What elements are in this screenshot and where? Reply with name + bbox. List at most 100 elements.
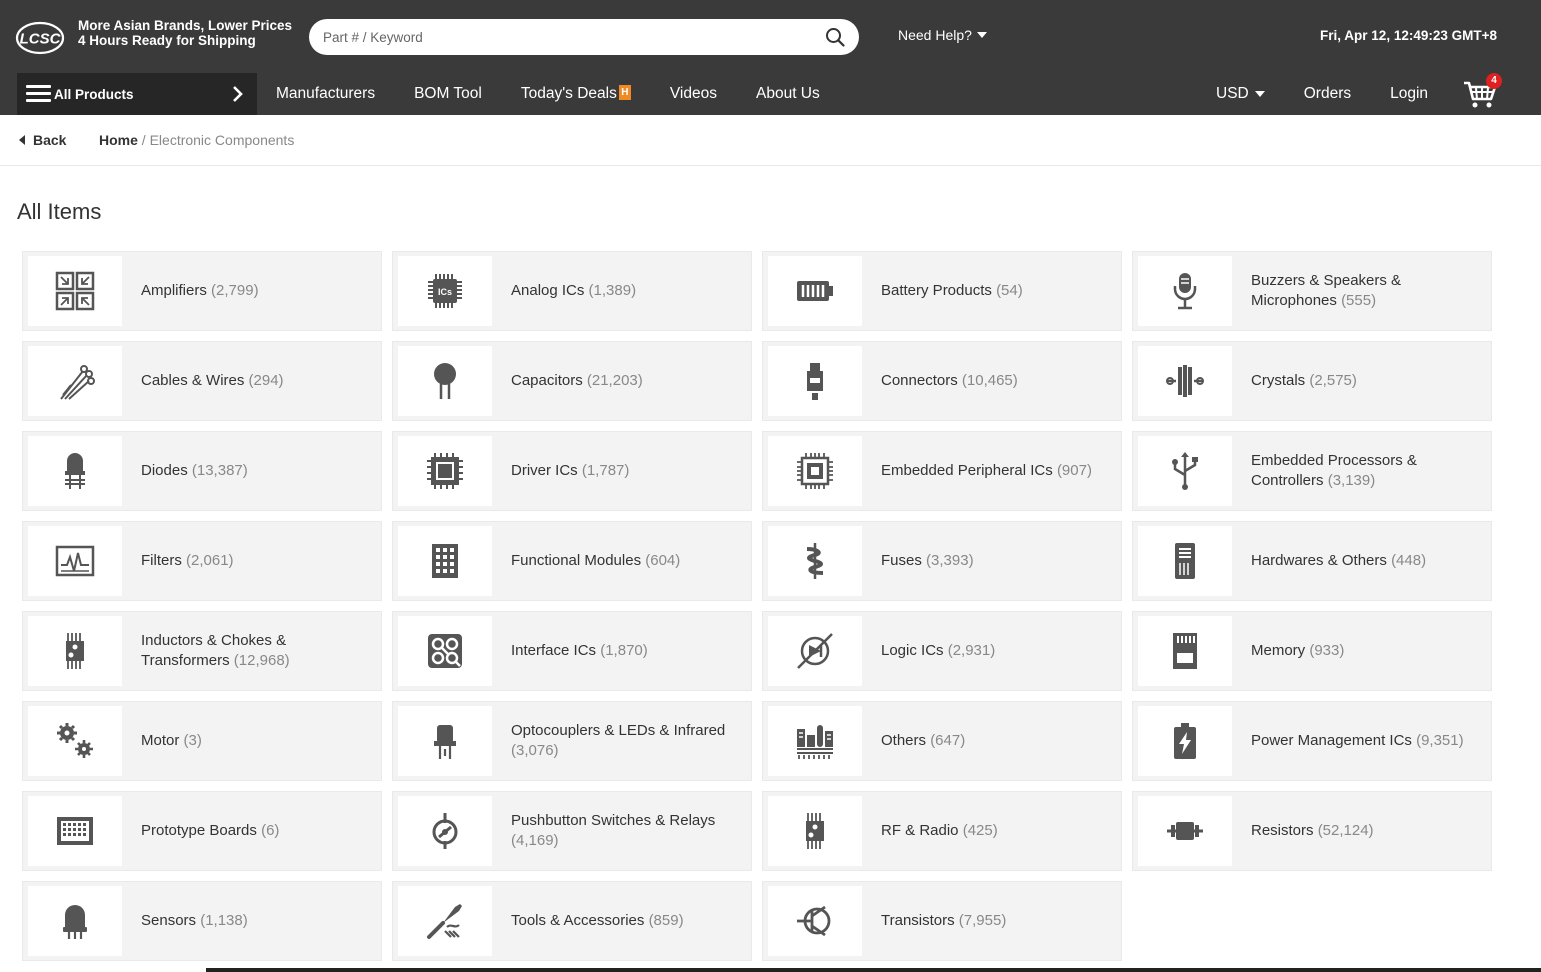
nav-todays-deals[interactable]: Today's Deals H — [521, 84, 631, 103]
category-icon-box — [398, 706, 492, 776]
currency-dropdown[interactable]: USD — [1216, 85, 1265, 103]
nav-about-us[interactable]: About Us — [756, 85, 820, 103]
category-card[interactable]: Resistors (52,124) — [1132, 791, 1492, 871]
category-card[interactable]: RF & Radio (425) — [762, 791, 1122, 871]
category-card[interactable]: Tools & Accessories (859) — [392, 881, 752, 961]
led-icon — [434, 725, 456, 759]
back-button[interactable]: Back — [19, 132, 66, 148]
sensor-icon — [63, 905, 87, 939]
filter-icon — [55, 545, 95, 577]
category-card[interactable]: Filters (2,061) — [22, 521, 382, 601]
chevron-right-icon — [233, 86, 243, 102]
cable-icon — [60, 365, 95, 400]
category-card[interactable]: Pushbutton Switches & Relays (4,169) — [392, 791, 752, 871]
category-card[interactable]: Inductors & Chokes & Transformers (12,96… — [22, 611, 382, 691]
breadcrumb-home[interactable]: Home — [99, 132, 138, 148]
nav-videos[interactable]: Videos — [670, 85, 717, 103]
microphone-icon — [1173, 273, 1197, 310]
category-count: (2,575) — [1309, 372, 1357, 389]
category-label: Embedded Peripheral ICs (907) — [881, 432, 1111, 510]
category-card[interactable]: Capacitors (21,203) — [392, 341, 752, 421]
interface-ic-icon — [428, 634, 462, 668]
usb-icon — [1172, 452, 1198, 490]
category-label: Motor (3) — [141, 702, 371, 780]
category-count: (12,968) — [233, 652, 290, 669]
amplifier-icon — [55, 271, 95, 311]
fuse-icon — [806, 543, 824, 579]
category-label: Power Management ICs (9,351) — [1251, 702, 1481, 780]
category-card[interactable]: ICs Analog ICs (1,389) — [392, 251, 752, 331]
category-name: Embedded Peripheral ICs — [881, 462, 1053, 479]
category-count: (555) — [1341, 292, 1377, 309]
category-count: (604) — [645, 552, 681, 569]
category-card[interactable]: Embedded Peripheral ICs (907) — [762, 431, 1122, 511]
category-name: Functional Modules — [511, 552, 642, 569]
category-card[interactable]: Motor (3) — [22, 701, 382, 781]
category-card[interactable]: Connectors (10,465) — [762, 341, 1122, 421]
category-label: Battery Products (54) — [881, 252, 1111, 330]
orders-link[interactable]: Orders — [1304, 85, 1351, 103]
category-label: Analog ICs (1,389) — [511, 252, 741, 330]
category-label: Optocouplers & LEDs & Infrared (3,076) — [511, 702, 741, 780]
category-card[interactable]: Interface ICs (1,870) — [392, 611, 752, 691]
category-name: Motor — [141, 732, 180, 749]
category-name: Resistors — [1251, 822, 1314, 839]
need-help-dropdown[interactable]: Need Help? — [898, 27, 987, 43]
category-name: Amplifiers — [141, 282, 207, 299]
category-icon-box — [1138, 526, 1232, 596]
category-icon-box — [398, 886, 492, 956]
category-card[interactable]: Crystals (2,575) — [1132, 341, 1492, 421]
category-name: Capacitors — [511, 372, 583, 389]
category-card[interactable]: Sensors (1,138) — [22, 881, 382, 961]
category-card[interactable]: Embedded Processors & Controllers (3,139… — [1132, 431, 1492, 511]
category-label: Connectors (10,465) — [881, 342, 1111, 420]
category-card[interactable]: Buzzers & Speakers & Microphones (555) — [1132, 251, 1492, 331]
tagline-line-1: More Asian Brands, Lower Prices — [78, 18, 293, 33]
category-count: (4,169) — [511, 832, 559, 849]
category-card[interactable]: Power Management ICs (9,351) — [1132, 701, 1492, 781]
category-card[interactable]: Driver ICs (1,787) — [392, 431, 752, 511]
category-card[interactable]: Optocouplers & LEDs & Infrared (3,076) — [392, 701, 752, 781]
nav-links: Manufacturers BOM Tool Today's Deals H Vi… — [276, 73, 859, 115]
nav-manufacturers[interactable]: Manufacturers — [276, 85, 375, 103]
capacitor-icon — [434, 363, 456, 399]
category-name: Filters — [141, 552, 182, 569]
inductor-icon — [66, 633, 84, 669]
category-name: Buzzers & Speakers & Microphones — [1251, 272, 1402, 309]
category-card[interactable]: Hardwares & Others (448) — [1132, 521, 1492, 601]
category-card[interactable]: Memory (933) — [1132, 611, 1492, 691]
power-icon — [1174, 723, 1196, 759]
category-name: Cables & Wires — [141, 372, 245, 389]
search-input[interactable] — [323, 19, 803, 55]
category-label: Embedded Processors & Controllers (3,139… — [1251, 432, 1481, 510]
category-icon-box — [1138, 616, 1232, 686]
category-icon-box — [768, 616, 862, 686]
category-card[interactable]: Diodes (13,387) — [22, 431, 382, 511]
category-label: Interface ICs (1,870) — [511, 612, 741, 690]
login-link[interactable]: Login — [1390, 85, 1428, 103]
category-icon-box — [1138, 796, 1232, 866]
category-name: Others — [881, 732, 927, 749]
nav-bom-tool[interactable]: BOM Tool — [414, 85, 482, 103]
category-card[interactable]: Prototype Boards (6) — [22, 791, 382, 871]
crystal-icon — [1166, 365, 1204, 397]
lcsc-logo[interactable]: LCSC — [15, 19, 65, 57]
chevron-down-icon — [1254, 91, 1265, 97]
category-count: (1,870) — [600, 642, 648, 659]
category-card[interactable]: Battery Products (54) — [762, 251, 1122, 331]
category-card[interactable]: Logic ICs (2,931) — [762, 611, 1122, 691]
category-card[interactable]: Others (647) — [762, 701, 1122, 781]
all-products-button[interactable]: All Products — [17, 73, 257, 115]
search-icon[interactable] — [825, 27, 845, 47]
category-label: Driver ICs (1,787) — [511, 432, 741, 510]
category-card[interactable]: Transistors (7,955) — [762, 881, 1122, 961]
category-count: (3) — [183, 732, 202, 749]
category-card[interactable]: Amplifiers (2,799) — [22, 251, 382, 331]
page-title: All Items — [17, 199, 102, 224]
category-card[interactable]: Functional Modules (604) — [392, 521, 752, 601]
category-card[interactable]: Fuses (3,393) — [762, 521, 1122, 601]
breadcrumb-bar: Back Home / Electronic Components — [0, 115, 1541, 166]
category-icon-box — [28, 616, 122, 686]
tagline: More Asian Brands, Lower Prices 4 Hours … — [78, 18, 292, 48]
category-card[interactable]: Cables & Wires (294) — [22, 341, 382, 421]
